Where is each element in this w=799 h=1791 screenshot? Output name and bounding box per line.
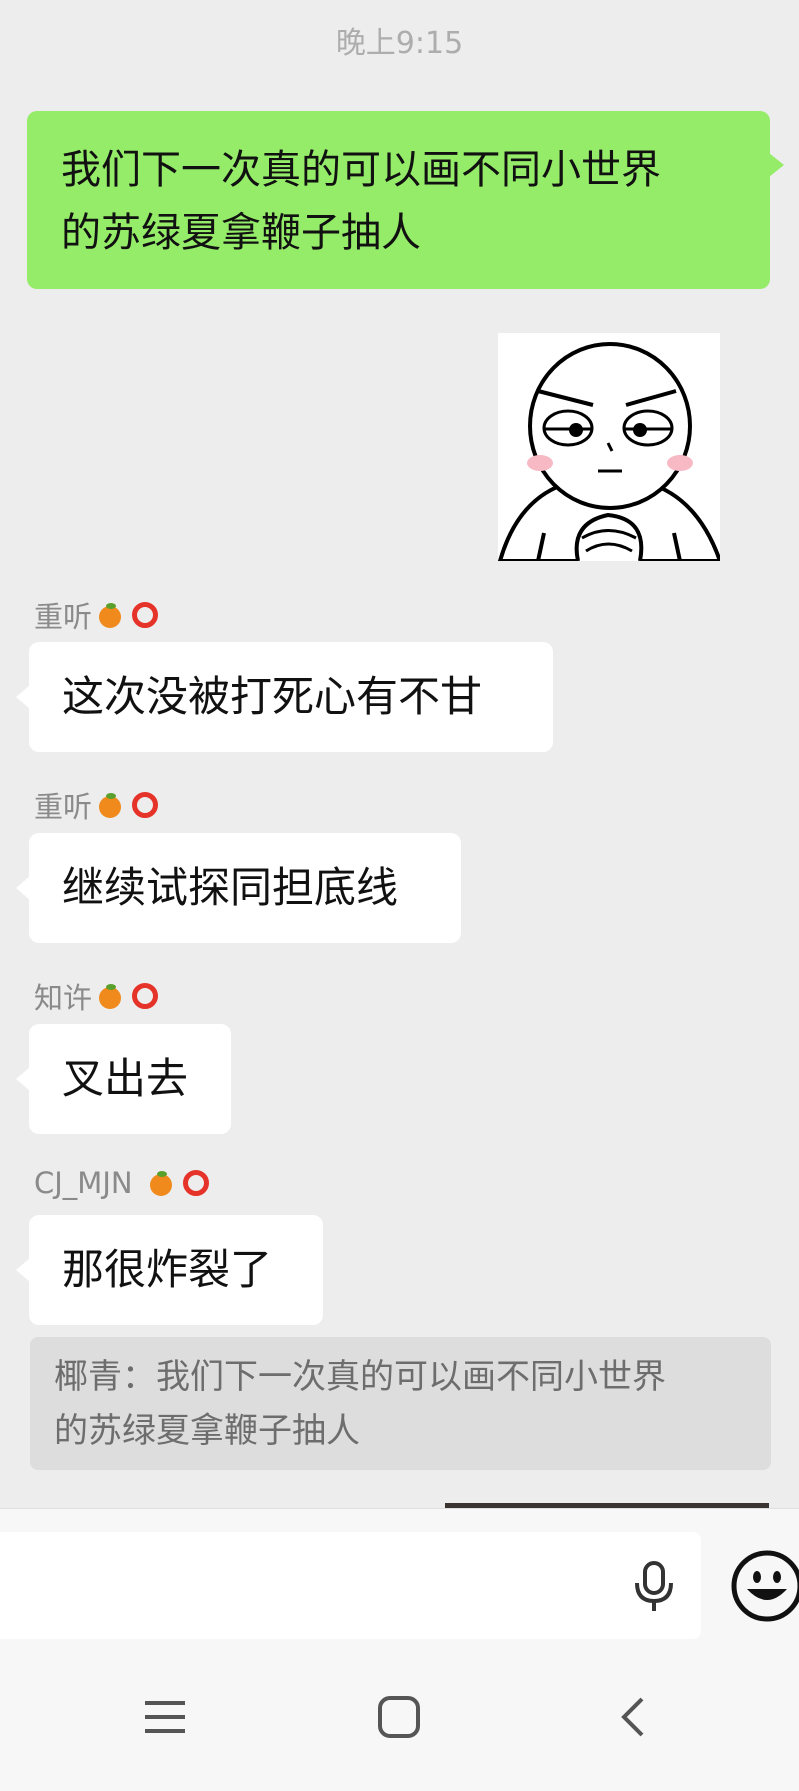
orange-icon — [96, 791, 124, 819]
sender-label: 重听 — [34, 790, 93, 824]
menu-icon[interactable] — [143, 1695, 187, 1739]
back-icon[interactable] — [612, 1695, 656, 1739]
incoming-message-bubble[interactable]: 继续试探同担底线 — [16, 833, 461, 943]
sender-label: 重听 — [34, 600, 93, 634]
message-line: 的苏绿夏拿鞭子抽人 — [61, 210, 421, 257]
emoji-icon[interactable] — [730, 1549, 799, 1623]
message-input[interactable] — [0, 1532, 701, 1639]
quoted-message[interactable]: 椰青：我们下一次真的可以画不同小世界 的苏绿夏拿鞭子抽人 — [30, 1337, 771, 1470]
sticker-drawing — [498, 333, 720, 561]
sender-name: CJ_MJN — [34, 1166, 209, 1200]
incoming-message-bubble[interactable]: 叉出去 — [16, 1024, 231, 1134]
incoming-message-bubble[interactable]: 那很炸裂了 — [16, 1215, 323, 1325]
sender-label: 知许 — [34, 981, 93, 1015]
outgoing-message-bubble[interactable]: 我们下一次真的可以画不同小世界 的苏绿夏拿鞭子抽人 — [27, 111, 784, 289]
sender-label: CJ_MJN — [34, 1166, 133, 1200]
home-icon[interactable] — [377, 1695, 421, 1739]
orange-icon — [96, 601, 124, 629]
red-circle-icon — [182, 1170, 209, 1196]
sender-name: 重听 — [34, 784, 159, 826]
incoming-message-bubble[interactable]: 这次没被打死心有不甘 — [16, 642, 553, 752]
sender-name: 知许 — [34, 975, 159, 1017]
orange-icon — [147, 1169, 175, 1197]
chat-screen: 晚上9:15 我们下一次真的可以画不同小世界 的苏绿夏拿鞭子抽人 重听 这次没被… — [0, 0, 799, 1791]
red-circle-icon — [132, 983, 159, 1009]
quote-line: 的苏绿夏拿鞭子抽人 — [54, 1410, 360, 1451]
quote-line: 椰青：我们下一次真的可以画不同小世界 — [54, 1357, 666, 1397]
determined-face-sticker[interactable] — [498, 333, 720, 561]
microphone-icon[interactable] — [630, 1561, 678, 1613]
sender-name: 重听 — [34, 594, 159, 636]
red-circle-icon — [132, 792, 159, 818]
system-navigation-bar — [0, 1640, 799, 1791]
orange-icon — [96, 982, 124, 1010]
message-line: 我们下一次真的可以画不同小世界 — [61, 147, 661, 193]
input-bar — [0, 1508, 799, 1641]
red-circle-icon — [132, 602, 159, 628]
message-timestamp: 晚上9:15 — [335, 26, 464, 61]
